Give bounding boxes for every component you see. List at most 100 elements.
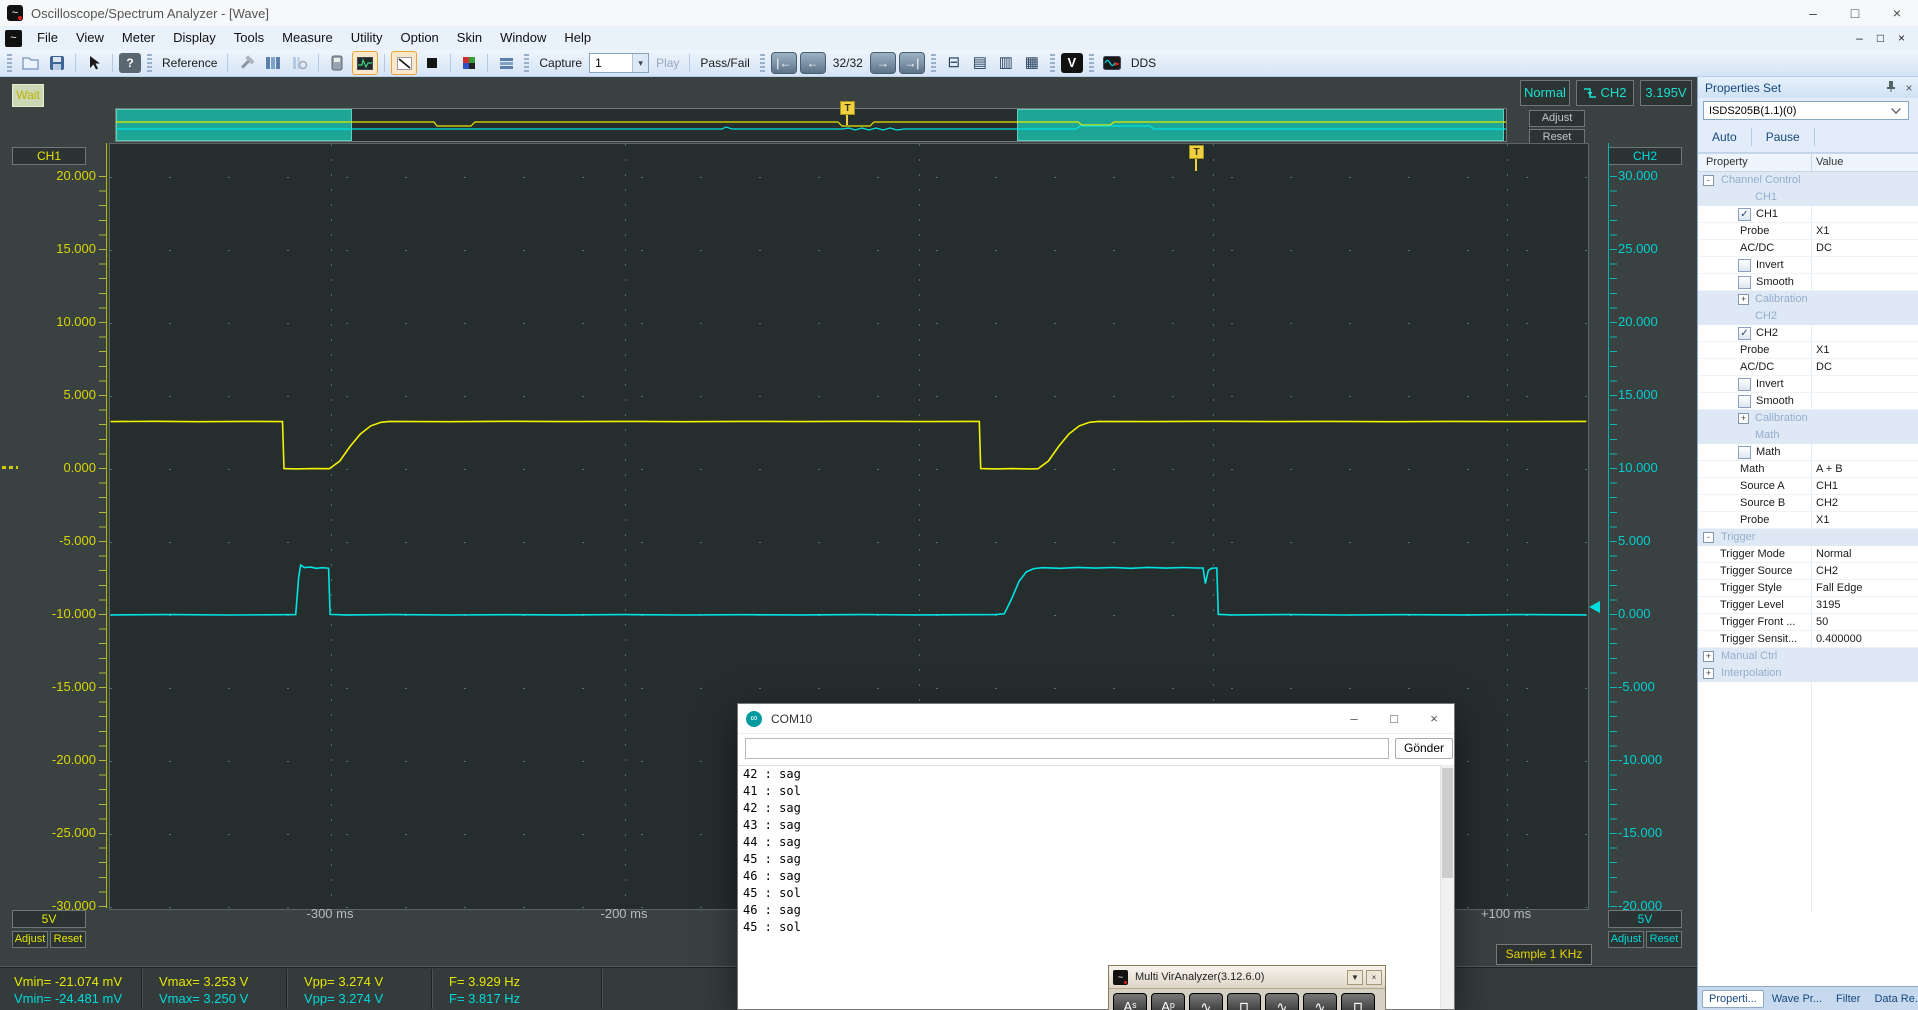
pause-button[interactable]: Pause — [1752, 130, 1814, 144]
property-row-ac-dc[interactable]: AC/DCDC — [1698, 240, 1918, 257]
expander-icon[interactable]: - — [1703, 175, 1714, 186]
expander-icon[interactable]: + — [1703, 668, 1714, 679]
property-row-ch1[interactable]: ✓CH1 — [1698, 206, 1918, 223]
prev-page-button[interactable]: ← — [800, 52, 826, 74]
window-layout-icon-3[interactable]: ▦ — [1020, 52, 1044, 74]
serial-maximize-icon[interactable]: □ — [1374, 711, 1414, 726]
device-select[interactable]: ISDS205B(1.1)(0) — [1703, 101, 1909, 120]
checkbox-unchecked[interactable] — [1738, 378, 1751, 391]
property-value[interactable]: 3195 — [1816, 599, 1840, 611]
property-row-trigger-sensit-[interactable]: Trigger Sensit...0.400000 — [1698, 631, 1918, 648]
property-value[interactable]: X1 — [1816, 514, 1829, 526]
analyzer-wave-button-5[interactable]: ∿ — [1303, 993, 1337, 1010]
help-button[interactable]: ? — [119, 53, 141, 73]
analyzer-wave-button-3[interactable]: ⊓ — [1227, 993, 1261, 1010]
panel-tab-1[interactable]: Wave Pr... — [1766, 991, 1828, 1007]
trigger-level-arrow[interactable] — [1589, 601, 1600, 613]
property-value[interactable]: CH2 — [1816, 565, 1838, 577]
stop-button[interactable] — [420, 52, 444, 74]
property-row-trigger-level[interactable]: Trigger Level3195 — [1698, 597, 1918, 614]
ch1-reset-button[interactable]: Reset — [50, 931, 86, 948]
property-row-ch2[interactable]: ✓CH2 — [1698, 325, 1918, 342]
property-value[interactable]: Normal — [1816, 548, 1851, 560]
property-row-probe[interactable]: ProbeX1 — [1698, 342, 1918, 359]
window-layout-icon-2[interactable]: ▥ — [994, 52, 1018, 74]
expander-icon[interactable]: + — [1738, 294, 1749, 305]
property-row-invert[interactable]: Invert — [1698, 376, 1918, 393]
panel-tab-3[interactable]: Data Re... — [1868, 991, 1918, 1007]
menu-meter[interactable]: Meter — [113, 26, 164, 50]
property-value[interactable]: 50 — [1816, 616, 1828, 628]
property-row-source-b[interactable]: Source BCH2 — [1698, 495, 1918, 512]
expander-icon[interactable]: + — [1703, 651, 1714, 662]
checkbox-unchecked[interactable] — [1738, 276, 1751, 289]
menu-measure[interactable]: Measure — [273, 26, 342, 50]
send-button[interactable]: Gönder — [1395, 738, 1453, 759]
checkbox-unchecked[interactable] — [1738, 446, 1751, 459]
cursor-tool-button[interactable] — [82, 52, 106, 74]
mdi-minimize-icon[interactable]: – — [1849, 31, 1870, 45]
close-icon[interactable]: × — [1876, 0, 1918, 26]
scrollbar-thumb[interactable] — [1442, 768, 1453, 878]
panel-tab-2[interactable]: Filter — [1830, 991, 1866, 1007]
menu-file[interactable]: File — [28, 26, 67, 50]
property-row-trigger-style[interactable]: Trigger StyleFall Edge — [1698, 580, 1918, 597]
next-page-button[interactable]: → — [870, 52, 896, 74]
property-value[interactable]: CH1 — [1816, 480, 1838, 492]
property-row-ac-dc[interactable]: AC/DCDC — [1698, 359, 1918, 376]
menu-tools[interactable]: Tools — [225, 26, 273, 50]
dds-icon[interactable] — [1100, 52, 1124, 74]
mdi-restore-icon[interactable]: □ — [1870, 31, 1891, 45]
voltage-button[interactable]: V — [1061, 53, 1083, 73]
window-layout-icon-1[interactable]: ▤ — [968, 52, 992, 74]
property-value[interactable]: A + B — [1816, 463, 1843, 475]
property-row-trigger-source[interactable]: Trigger SourceCH2 — [1698, 563, 1918, 580]
capture-overview-strip[interactable] — [115, 108, 1507, 142]
property-row-trigger-front-[interactable]: Trigger Front ...50 — [1698, 614, 1918, 631]
analyzer-wave-button-6[interactable]: ⊓ — [1341, 993, 1375, 1010]
analyzer-wave-button-1[interactable]: Aᵖ — [1151, 993, 1185, 1010]
checkbox-unchecked[interactable] — [1738, 395, 1751, 408]
property-value[interactable]: X1 — [1816, 344, 1829, 356]
ch1-adjust-button[interactable]: Adjust — [12, 931, 48, 948]
menu-skin[interactable]: Skin — [448, 26, 491, 50]
property-value[interactable]: Fall Edge — [1816, 582, 1862, 594]
expander-icon[interactable]: + — [1738, 413, 1749, 424]
pin-icon[interactable] — [1882, 80, 1900, 95]
menu-help[interactable]: Help — [555, 26, 600, 50]
serial-input[interactable] — [745, 738, 1389, 759]
property-row-math[interactable]: Math — [1698, 444, 1918, 461]
window-layout-icon-0[interactable]: ⊟ — [942, 52, 966, 74]
property-row-probe[interactable]: ProbeX1 — [1698, 512, 1918, 529]
trigger-source-button[interactable]: CH2 — [1576, 80, 1634, 106]
maximize-icon[interactable]: □ — [1834, 0, 1876, 26]
save-button[interactable] — [45, 52, 69, 74]
minimize-icon[interactable]: – — [1792, 0, 1834, 26]
chevron-down-icon[interactable]: ▾ — [632, 54, 648, 72]
property-value[interactable]: 0.400000 — [1816, 633, 1862, 645]
serial-close-icon[interactable]: × — [1414, 711, 1454, 726]
menu-option[interactable]: Option — [391, 26, 447, 50]
pass-fail-button[interactable]: Pass/Fail — [696, 56, 753, 70]
open-file-button[interactable] — [18, 52, 42, 74]
ch1-zero-level-marker[interactable] — [2, 466, 18, 469]
checkbox-checked[interactable]: ✓ — [1738, 327, 1751, 340]
checkbox-unchecked[interactable] — [1738, 259, 1751, 272]
play-button[interactable]: Play — [652, 56, 683, 70]
menu-utility[interactable]: Utility — [342, 26, 392, 50]
columns-view-button[interactable] — [261, 52, 285, 74]
tools-icon[interactable] — [234, 52, 258, 74]
trigger-time-marker[interactable]: T — [840, 101, 855, 115]
property-row-probe[interactable]: ProbeX1 — [1698, 223, 1918, 240]
auto-button[interactable]: Auto — [1698, 130, 1751, 144]
expander-icon[interactable]: - — [1703, 532, 1714, 543]
mdi-close-icon[interactable]: × — [1891, 31, 1912, 45]
reference-button[interactable]: Reference — [158, 56, 221, 70]
columns-search-button[interactable] — [288, 52, 312, 74]
meter-device-button[interactable] — [325, 52, 349, 74]
panel-tab-0[interactable]: Properti... — [1702, 990, 1764, 1008]
trigger-mode-button[interactable]: Normal — [1520, 80, 1570, 106]
panel-close-icon[interactable]: × — [1900, 81, 1918, 95]
property-row-smooth[interactable]: Smooth — [1698, 274, 1918, 291]
property-row-invert[interactable]: Invert — [1698, 257, 1918, 274]
